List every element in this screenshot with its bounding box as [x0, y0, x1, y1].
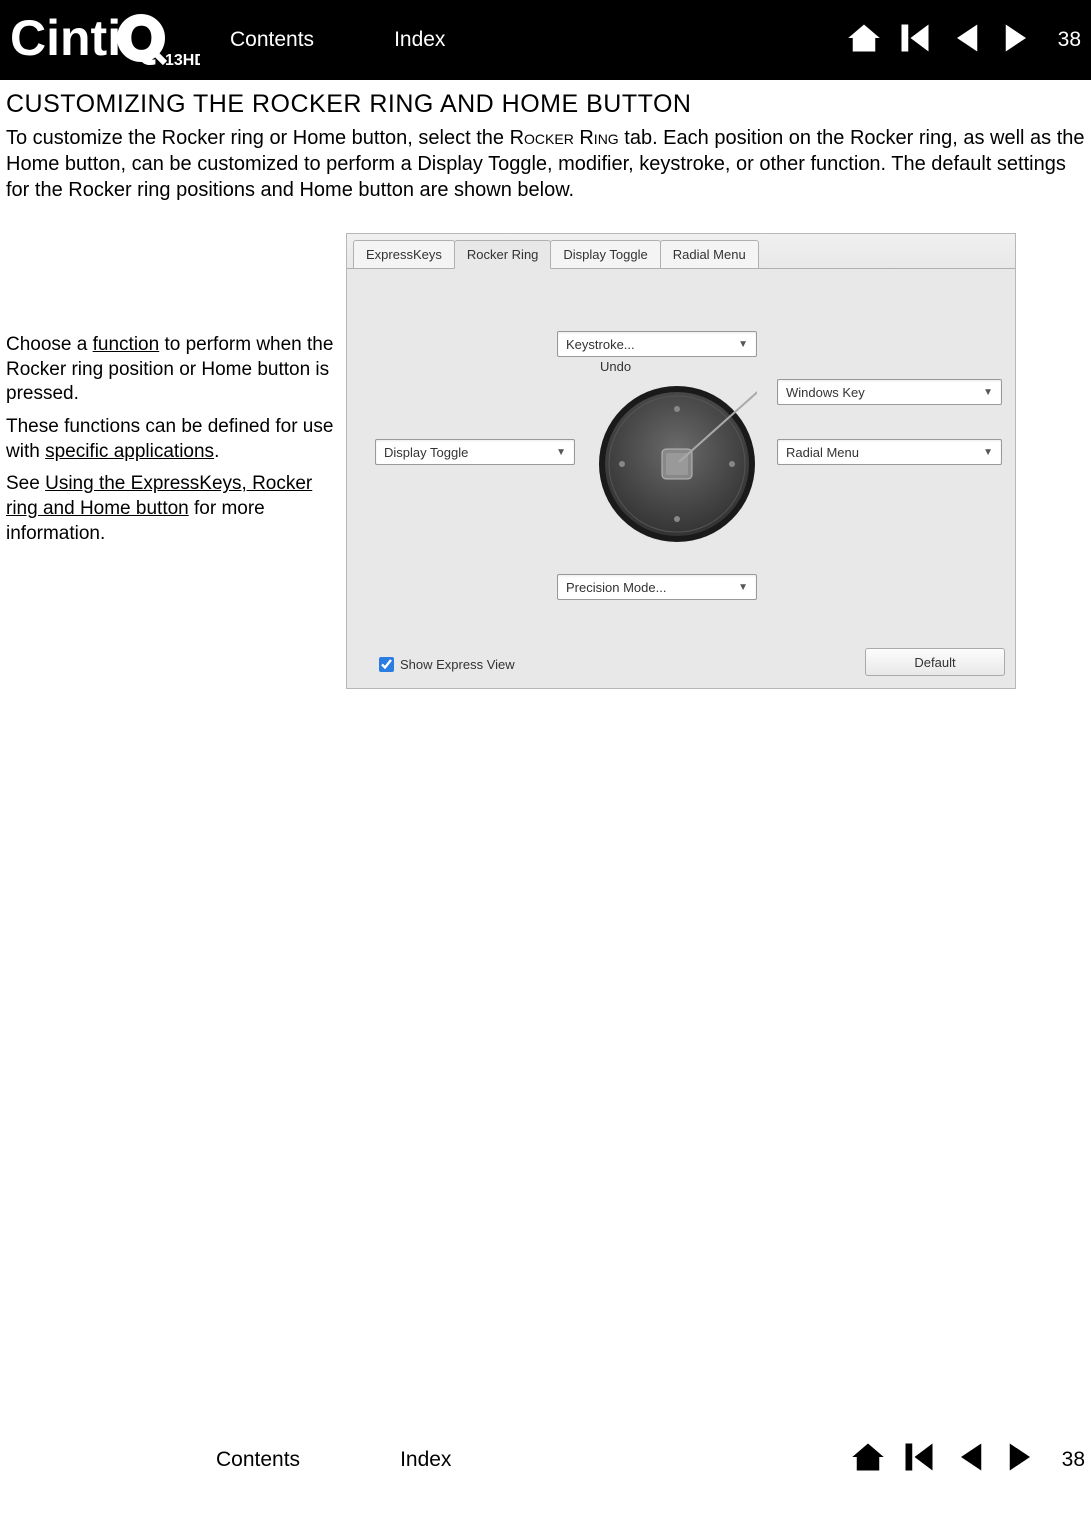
- using-expresskeys-link[interactable]: Using the ExpressKeys, Rocker ring and H…: [6, 473, 312, 519]
- bottom-footer: Contents Index 38: [0, 1419, 1091, 1500]
- footer-index-link[interactable]: Index: [400, 1448, 451, 1472]
- tab-bar: ExpressKeys Rocker Ring Display Toggle R…: [347, 234, 1015, 269]
- chevron-down-icon: ▼: [556, 447, 566, 458]
- sidebar-p3: See Using the ExpressKeys, Rocker ring a…: [6, 472, 336, 546]
- sidebar-p2: These functions can be defined for use w…: [6, 415, 336, 464]
- next-page-icon[interactable]: [999, 20, 1035, 61]
- sidebar-text: Choose a function to perform when the Ro…: [6, 233, 336, 555]
- rocker-ring-dialog: ExpressKeys Rocker Ring Display Toggle R…: [346, 233, 1016, 689]
- right-dropdown[interactable]: Radial Menu ▼: [777, 439, 1002, 465]
- svg-text:13HD: 13HD: [165, 52, 200, 68]
- footer-contents-link[interactable]: Contents: [216, 1448, 300, 1472]
- left-dropdown[interactable]: Display Toggle ▼: [375, 439, 575, 465]
- show-express-view-label: Show Express View: [400, 657, 515, 672]
- tab-radial-menu[interactable]: Radial Menu: [660, 240, 759, 269]
- chevron-down-icon: ▼: [983, 387, 993, 398]
- index-link[interactable]: Index: [394, 28, 445, 52]
- home-icon[interactable]: [850, 1439, 886, 1480]
- home-icon[interactable]: [846, 20, 882, 61]
- cintiq-logo: Cinti Q 13HD: [10, 13, 200, 68]
- show-express-view-checkbox[interactable]: Show Express View: [379, 657, 515, 672]
- header-links: Contents Index: [230, 28, 445, 52]
- page-title: CUSTOMIZING THE ROCKER RING AND HOME BUT…: [6, 90, 1085, 119]
- next-page-icon[interactable]: [1003, 1439, 1039, 1480]
- right-top-dropdown[interactable]: Windows Key ▼: [777, 379, 1002, 405]
- tab-body: Keystroke... ▼ Undo Display Toggle ▼ Win…: [347, 268, 1015, 688]
- footer-nav-icons: 38: [850, 1439, 1085, 1480]
- tab-rocker-ring[interactable]: Rocker Ring: [454, 240, 552, 269]
- bottom-dropdown[interactable]: Precision Mode... ▼: [557, 574, 757, 600]
- page-number: 38: [1058, 28, 1081, 52]
- function-link[interactable]: function: [93, 334, 160, 355]
- content-row: Choose a function to perform when the Ro…: [6, 233, 1085, 689]
- footer-links: Contents Index: [216, 1448, 451, 1472]
- chevron-down-icon: ▼: [983, 447, 993, 458]
- first-page-icon[interactable]: [897, 20, 933, 61]
- first-page-icon[interactable]: [901, 1439, 937, 1480]
- intro-smallcaps: Rocker Ring: [510, 127, 619, 149]
- specific-applications-link[interactable]: specific applications: [45, 441, 214, 462]
- rocker-ring-graphic: [597, 384, 757, 544]
- logo: Cinti Q 13HD: [10, 13, 200, 68]
- nav-icons: 38: [846, 20, 1081, 61]
- top-dropdown[interactable]: Keystroke... ▼: [557, 331, 757, 357]
- prev-page-icon[interactable]: [948, 20, 984, 61]
- tab-expresskeys[interactable]: ExpressKeys: [353, 240, 455, 269]
- contents-link[interactable]: Contents: [230, 28, 314, 52]
- sidebar-p1: Choose a function to perform when the Ro…: [6, 333, 336, 407]
- footer-page-number: 38: [1062, 1448, 1085, 1472]
- svg-text:Cinti: Cinti: [10, 13, 121, 66]
- top-header: Cinti Q 13HD Contents Index 38: [0, 0, 1091, 80]
- intro-paragraph: To customize the Rocker ring or Home but…: [6, 125, 1085, 203]
- prev-page-icon[interactable]: [952, 1439, 988, 1480]
- undo-label: Undo: [600, 359, 631, 374]
- content: CUSTOMIZING THE ROCKER RING AND HOME BUT…: [0, 80, 1091, 699]
- default-button[interactable]: Default: [865, 648, 1005, 676]
- chevron-down-icon: ▼: [738, 339, 748, 350]
- tab-display-toggle[interactable]: Display Toggle: [550, 240, 660, 269]
- chevron-down-icon: ▼: [738, 582, 748, 593]
- show-express-view-input[interactable]: [379, 657, 394, 672]
- intro-part1: To customize the Rocker ring or Home but…: [6, 127, 510, 149]
